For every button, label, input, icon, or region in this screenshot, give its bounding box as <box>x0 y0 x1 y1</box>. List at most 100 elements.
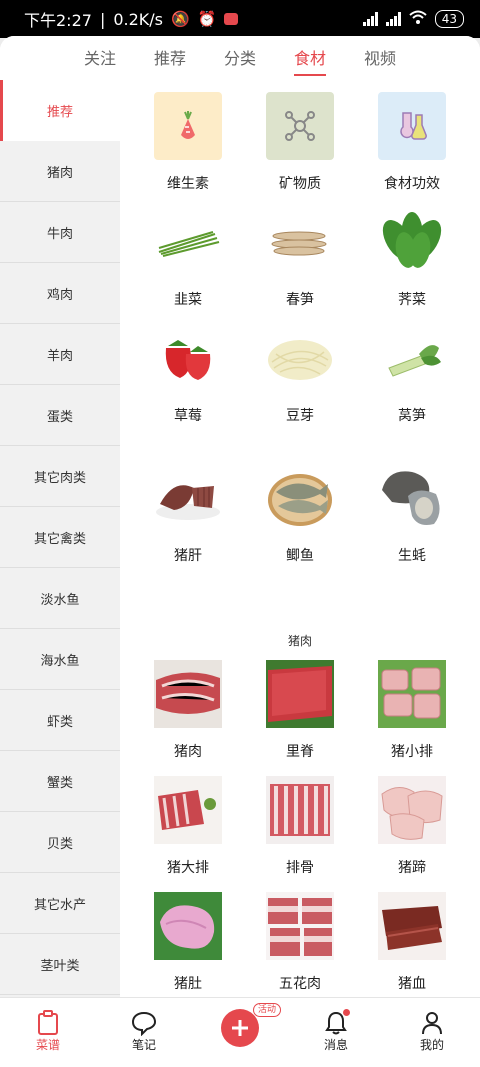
sidebar-item-other-meat[interactable]: 其它肉类 <box>0 446 120 507</box>
item-label: 五花肉 <box>279 976 321 992</box>
tab-follow[interactable]: 关注 <box>84 45 116 80</box>
ingredient-celtuce[interactable]: 莴笋 <box>352 324 472 425</box>
notification-dot <box>343 1009 350 1016</box>
chat-bubble-icon <box>131 1011 157 1036</box>
bamboo-shoot-photo <box>266 208 334 276</box>
item-label: 韭菜 <box>174 292 202 308</box>
item-label: 猪蹄 <box>398 860 426 876</box>
sidebar-item-eggs[interactable]: 蛋类 <box>0 385 120 446</box>
strawberry-photo <box>154 324 222 392</box>
ingredient-pork-blood[interactable]: 猪血 <box>352 892 472 993</box>
clipboard-icon <box>38 1010 58 1035</box>
bell-icon <box>324 1009 350 1036</box>
item-label: 食材功效 <box>384 176 440 192</box>
nav-messages[interactable]: 消息 <box>288 998 384 1067</box>
ingredient-trotters[interactable]: 猪蹄 <box>352 776 472 877</box>
ingredient-pork-liver[interactable]: 猪肝 <box>128 464 248 565</box>
nav-notes[interactable]: 笔记 <box>96 998 192 1067</box>
ingredient-pork-chop[interactable]: 猪大排 <box>128 776 248 877</box>
pork-belly-photo <box>266 892 334 960</box>
nav-label: 菜谱 <box>35 1038 60 1052</box>
item-label: 荠菜 <box>398 292 426 308</box>
sidebar-item-pork[interactable]: 猪肉 <box>0 141 120 202</box>
ingredient-chives[interactable]: 韭菜 <box>128 208 248 309</box>
nav-label: 笔记 <box>131 1038 156 1052</box>
nav-profile[interactable]: 我的 <box>384 998 480 1067</box>
nav-label: 消息 <box>323 1038 348 1052</box>
network-speed: 0.2K/s <box>113 9 163 29</box>
ingredient-pork-tripe[interactable]: 猪肚 <box>128 892 248 993</box>
sidebar-item-other-poultry[interactable]: 其它禽类 <box>0 507 120 568</box>
item-label: 鲫鱼 <box>286 548 314 564</box>
wifi-icon <box>409 10 427 28</box>
sidebar-item-mutton[interactable]: 羊肉 <box>0 324 120 385</box>
ingredient-efficacy[interactable]: 食材功效 <box>352 92 472 193</box>
tab-category[interactable]: 分类 <box>224 45 256 80</box>
status-divider: | <box>99 9 106 29</box>
item-label: 猪血 <box>398 976 426 992</box>
item-label: 猪肚 <box>174 976 202 992</box>
ingredient-vitamins[interactable]: 维生素 <box>128 92 248 193</box>
item-label: 莴笋 <box>398 408 426 424</box>
ingredient-grid: 维生素 矿物质 食材功效 韭菜 春笋 荠菜 草莓 豆芽 莴笋 猪肝 鲫鱼 生蚝 … <box>120 80 480 997</box>
sidebar-item-seawater-fish[interactable]: 海水鱼 <box>0 629 120 690</box>
shepherds-purse-photo <box>378 208 446 276</box>
ingredient-oyster[interactable]: 生蚝 <box>352 464 472 565</box>
molecule-icon <box>266 92 334 160</box>
mute-icon: 🔕 <box>171 10 190 28</box>
top-tabs: 关注 推荐 分类 食材 视频 <box>0 36 480 80</box>
section-title-pork: 猪肉 <box>287 634 312 648</box>
sidebar-item-crab[interactable]: 蟹类 <box>0 751 120 812</box>
item-label: 猪小排 <box>391 744 433 760</box>
flask-icon <box>378 92 446 160</box>
nav-publish[interactable]: 活动 <box>192 998 288 1067</box>
ingredient-shepherds-purse[interactable]: 荠菜 <box>352 208 472 309</box>
sidebar-item-chicken[interactable]: 鸡肉 <box>0 263 120 324</box>
ingredient-crucian-carp[interactable]: 鲫鱼 <box>240 464 360 565</box>
ingredient-bean-sprouts[interactable]: 豆芽 <box>240 324 360 425</box>
item-label: 豆芽 <box>286 408 314 424</box>
status-time: 下午2:27 <box>24 11 92 30</box>
item-label: 猪肝 <box>174 548 202 564</box>
item-label: 排骨 <box>286 860 314 876</box>
bean-sprouts-photo <box>266 324 334 392</box>
ingredient-spare-ribs[interactable]: 猪小排 <box>352 660 472 761</box>
nav-label: 我的 <box>419 1038 444 1052</box>
signal-icon-2 <box>385 12 401 26</box>
sidebar-item-recommend[interactable]: 推荐 <box>0 80 120 141</box>
tab-recommend[interactable]: 推荐 <box>154 45 186 80</box>
ingredient-ribs[interactable]: 排骨 <box>240 776 360 877</box>
tab-video[interactable]: 视频 <box>364 45 396 80</box>
item-label: 草莓 <box>174 408 202 424</box>
item-label: 维生素 <box>167 176 209 192</box>
pork-blood-photo <box>378 892 446 960</box>
celtuce-photo <box>378 324 446 392</box>
ingredient-minerals[interactable]: 矿物质 <box>240 92 360 193</box>
item-label: 猪大排 <box>167 860 209 876</box>
ingredient-strawberry[interactable]: 草莓 <box>128 324 248 425</box>
item-label: 猪肉 <box>174 744 202 760</box>
item-label: 矿物质 <box>279 176 321 192</box>
plus-icon: 活动 <box>221 1003 281 1047</box>
oyster-photo <box>378 464 446 532</box>
pork-liver-photo <box>154 464 222 532</box>
chives-photo <box>154 208 222 276</box>
battery-icon: 43 <box>434 10 464 28</box>
bottom-navigation: 菜谱 笔记 活动 消息 我的 <box>0 997 480 1067</box>
sidebar-item-shellfish[interactable]: 贝类 <box>0 812 120 873</box>
ingredient-tenderloin[interactable]: 里脊 <box>240 660 360 761</box>
alarm-icon: ⏰ <box>197 10 217 28</box>
sidebar-item-shrimp[interactable]: 虾类 <box>0 690 120 751</box>
tab-ingredients[interactable]: 食材 <box>294 45 327 80</box>
trotters-photo <box>378 776 446 844</box>
nav-recipes[interactable]: 菜谱 <box>0 998 96 1067</box>
sidebar-item-leafy-vegetables[interactable]: 茎叶类 <box>0 934 120 995</box>
ingredient-pork-belly[interactable]: 五花肉 <box>240 892 360 993</box>
ingredient-pork[interactable]: 猪肉 <box>128 660 248 761</box>
spare-ribs-photo <box>378 660 446 728</box>
sidebar-item-freshwater-fish[interactable]: 淡水鱼 <box>0 568 120 629</box>
sidebar-item-other-seafood[interactable]: 其它水产 <box>0 873 120 934</box>
category-sidebar: 推荐 猪肉 牛肉 鸡肉 羊肉 蛋类 其它肉类 其它禽类 淡水鱼 海水鱼 虾类 蟹… <box>0 80 120 997</box>
ingredient-bamboo-shoot[interactable]: 春笋 <box>240 208 360 309</box>
sidebar-item-beef[interactable]: 牛肉 <box>0 202 120 263</box>
